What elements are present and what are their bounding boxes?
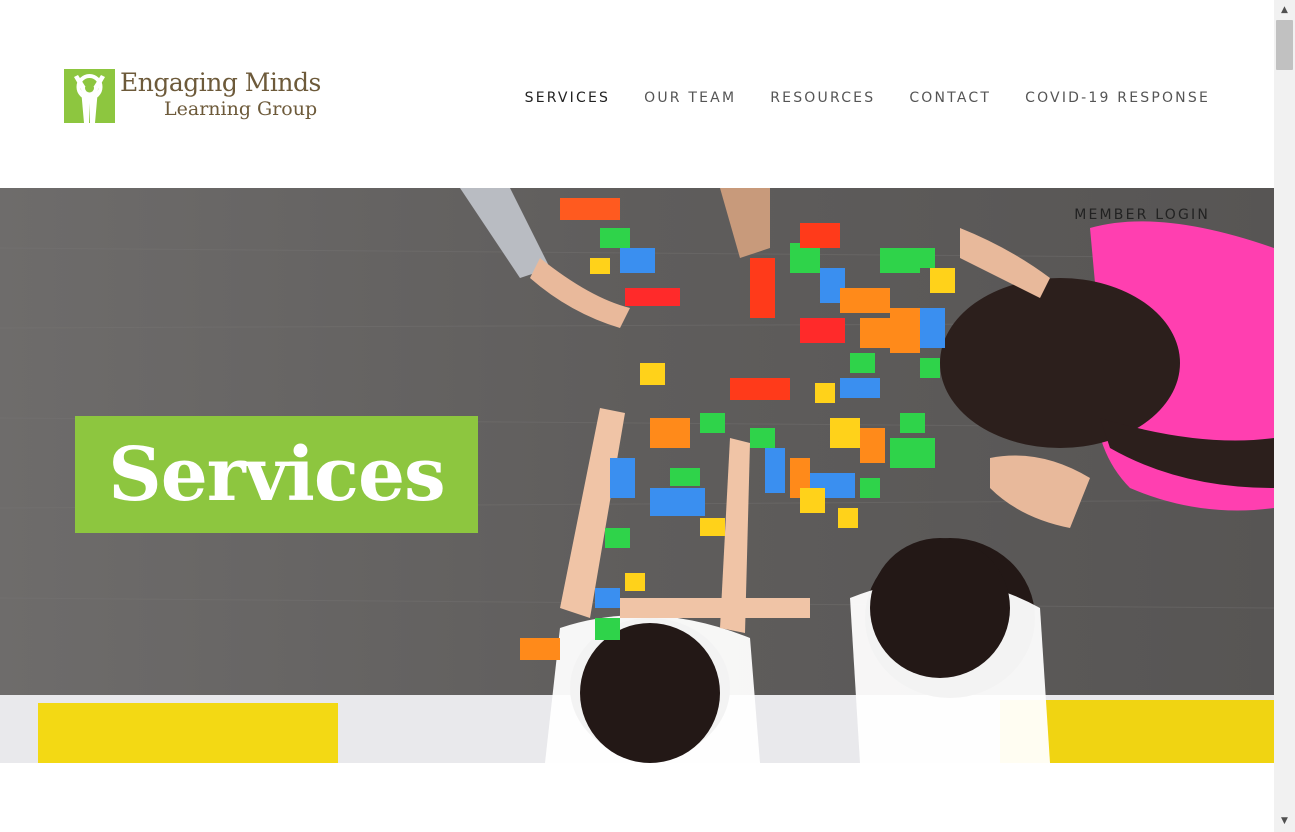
logo-mark-icon	[64, 69, 115, 123]
nav-item-contact[interactable]: CONTACT	[909, 90, 991, 106]
nav-item-resources[interactable]: RESOURCES	[770, 90, 875, 106]
site-logo[interactable]: Engaging Minds Learning Group	[64, 68, 321, 124]
scroll-up-arrow-icon[interactable]: ▲	[1274, 2, 1295, 19]
nav-item-our-team[interactable]: OUR TEAM	[644, 90, 736, 106]
page: Engaging Minds Learning Group SERVICES O…	[0, 0, 1295, 832]
scroll-down-arrow-icon[interactable]: ▼	[1274, 813, 1295, 830]
site-header: Engaging Minds Learning Group SERVICES O…	[0, 0, 1274, 188]
nav-item-services[interactable]: SERVICES	[525, 90, 611, 106]
member-login-link[interactable]: MEMBER LOGIN	[1074, 207, 1210, 223]
hero-banner: MEMBER LOGIN Services	[0, 188, 1274, 763]
main-nav: SERVICES OUR TEAM RESOURCES CONTACT COVI…	[491, 90, 1210, 106]
scrollbar-thumb[interactable]	[1276, 20, 1293, 70]
logo-name-line1: Engaging Minds	[120, 68, 321, 97]
hero-title-box: Services	[75, 416, 478, 533]
hero-title: Services	[108, 431, 445, 518]
logo-name-line2: Learning Group	[164, 98, 318, 120]
logo-text: Engaging Minds Learning Group	[120, 68, 321, 120]
nav-item-covid-19-response[interactable]: COVID-19 RESPONSE	[1025, 90, 1210, 106]
page-scrollbar[interactable]: ▲ ▼	[1274, 0, 1295, 832]
